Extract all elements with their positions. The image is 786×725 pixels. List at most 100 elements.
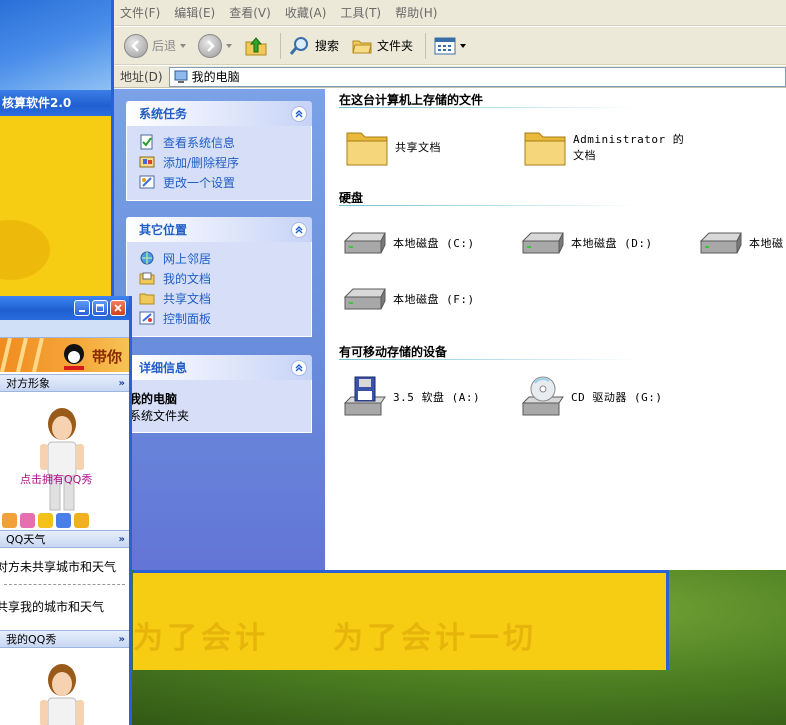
folders-button[interactable]: 文件夹 [347,31,417,61]
hard-disk-icon [343,288,386,310]
forward-button[interactable] [194,31,236,61]
background-accounting-app[interactable]: 核算软件2.0 [0,0,112,300]
network-places-link[interactable]: 网上邻居 [139,248,311,268]
menu-help[interactable]: 帮助(H) [395,4,437,21]
back-arrow-icon [124,33,148,58]
group-header-hard-disks: 硬盘 [339,191,364,205]
my-documents-link[interactable]: 我的文档 [139,268,311,288]
maximize-button[interactable] [92,300,108,316]
ticket-icon[interactable] [74,512,89,528]
views-dropdown-icon[interactable] [460,43,467,48]
group-divider [339,359,639,360]
system-tasks-header[interactable]: 系统任务 [126,101,312,126]
qq-section-myshow-title: 我的QQ秀 [6,633,57,646]
background-app-sky [0,0,112,90]
floppy-drive-item[interactable]: 3.5 软盘 (A:) [341,373,480,421]
drive-e-label: 本地磁 [749,237,784,250]
back-button[interactable]: 后退 [120,31,190,61]
address-bar: 地址(D) 我的电脑 [114,66,786,88]
shared-documents-link[interactable]: 共享文档 [139,288,311,308]
qq-section-weather[interactable]: QQ天气 » [0,530,129,548]
qq-section-myshow[interactable]: 我的QQ秀 » [0,630,129,648]
profile-card-icon[interactable] [56,512,71,528]
administrator-documents-item[interactable]: Administrator 的文档 [521,123,721,171]
views-icon [434,37,456,54]
back-label: 后退 [152,39,177,53]
group-divider [339,107,639,108]
add-remove-programs-icon [139,156,155,168]
close-icon [114,304,122,312]
forward-arrow-icon [198,33,223,58]
background-app-bottom-panel[interactable]: 为了会计 为了会计一切 [133,570,669,670]
qq-banner[interactable]: 带你 [0,338,129,372]
weather-partner-text: 对方未共享城市和天气 [0,560,117,574]
views-button[interactable] [430,31,470,61]
qq-toolbar-strip [0,320,129,338]
cd-drive-label: CD 驱动器 (G:) [571,391,663,404]
drive-d-item[interactable]: 本地磁盘 (D:) [519,219,653,267]
network-places-label: 网上邻居 [163,251,212,266]
back-dropdown-icon[interactable] [180,43,187,48]
collapse-chevron-icon[interactable] [291,221,307,238]
view-system-info-label: 查看系统信息 [163,135,236,150]
floppy-disk-icon [343,376,386,416]
group-divider [339,205,639,206]
folders-icon [352,40,372,53]
drive-e-item[interactable]: 本地磁 [697,219,784,267]
forward-dropdown-icon[interactable] [226,43,233,48]
explorer-window: 文件(F) 编辑(E) 查看(V) 收藏(A) 工具(T) 帮助(H) 后退 搜… [111,0,786,570]
system-info-icon [140,134,153,150]
control-panel-label: 控制面板 [163,311,212,326]
details-header[interactable]: 详细信息 [126,355,312,380]
minimize-icon [79,310,85,312]
drive-c-item[interactable]: 本地磁盘 (C:) [341,219,475,267]
menu-view[interactable]: 查看(V) [229,4,271,21]
3d-show-icon[interactable] [38,512,53,528]
weather-share-link[interactable]: 共享我的城市和天气 [0,598,104,615]
expand-chevron-icon[interactable]: » [119,534,125,545]
group-header-files: 在这台计算机上存储的文件 [339,93,484,107]
menu-edit[interactable]: 编辑(E) [174,4,215,21]
cd-drive-item[interactable]: CD 驱动器 (G:) [519,373,662,421]
hard-disk-icon [521,232,564,254]
gift-icon[interactable] [20,512,35,528]
drive-f-label: 本地磁盘 (F:) [393,293,475,306]
toolbar: 后退 搜索 文件夹 [114,27,786,65]
background-app-title[interactable]: 核算软件2.0 [0,90,112,116]
menu-favorites[interactable]: 收藏(A) [285,4,327,21]
details-title: 详细信息 [139,361,188,375]
close-button[interactable] [110,300,126,316]
expand-chevron-icon[interactable]: » [119,634,125,645]
up-button[interactable] [240,31,272,61]
menu-tools[interactable]: 工具(T) [340,4,381,21]
system-tasks-box: 系统任务 查看系统信息 添加/删除程序 更改一个设置 [126,101,312,201]
address-input[interactable]: 我的电脑 [168,66,786,87]
collapse-chevron-icon[interactable] [291,359,307,376]
group-header-removable: 有可移动存储的设备 [339,345,448,359]
qq-avatar-mine[interactable] [34,660,90,725]
collapse-chevron-icon[interactable] [291,105,307,122]
maximize-icon [96,304,104,312]
expand-chevron-icon[interactable]: » [119,378,125,389]
star-icon[interactable] [2,512,17,528]
control-panel-link[interactable]: 控制面板 [139,308,311,328]
drive-f-item[interactable]: 本地磁盘 (F:) [341,275,475,323]
qq-avatar-partner[interactable] [34,404,90,514]
qq-titlebar[interactable] [0,296,129,320]
folder-icon [524,132,566,166]
other-places-box: 其它位置 网上邻居 我的文档 共享文档 控制面板 [126,217,312,337]
system-tasks-body: 查看系统信息 添加/删除程序 更改一个设置 [126,126,312,201]
other-places-body: 网上邻居 我的文档 共享文档 控制面板 [126,242,312,337]
change-setting-link[interactable]: 更改一个设置 [139,172,311,192]
menu-file[interactable]: 文件(F) [120,4,160,21]
minimize-button[interactable] [74,300,90,316]
add-remove-programs-link[interactable]: 添加/删除程序 [139,152,311,172]
shared-documents-item[interactable]: 共享文档 [343,123,441,171]
floppy-drive-label: 3.5 软盘 (A:) [393,391,481,404]
qq-section-partner[interactable]: 对方形象 » [0,374,129,392]
search-button[interactable]: 搜索 [285,31,343,61]
view-system-info-link[interactable]: 查看系统信息 [139,132,311,152]
other-places-header[interactable]: 其它位置 [126,217,312,242]
qq-show-promo[interactable]: 点击拥有QQ秀 [20,471,92,487]
search-label: 搜索 [315,39,340,53]
